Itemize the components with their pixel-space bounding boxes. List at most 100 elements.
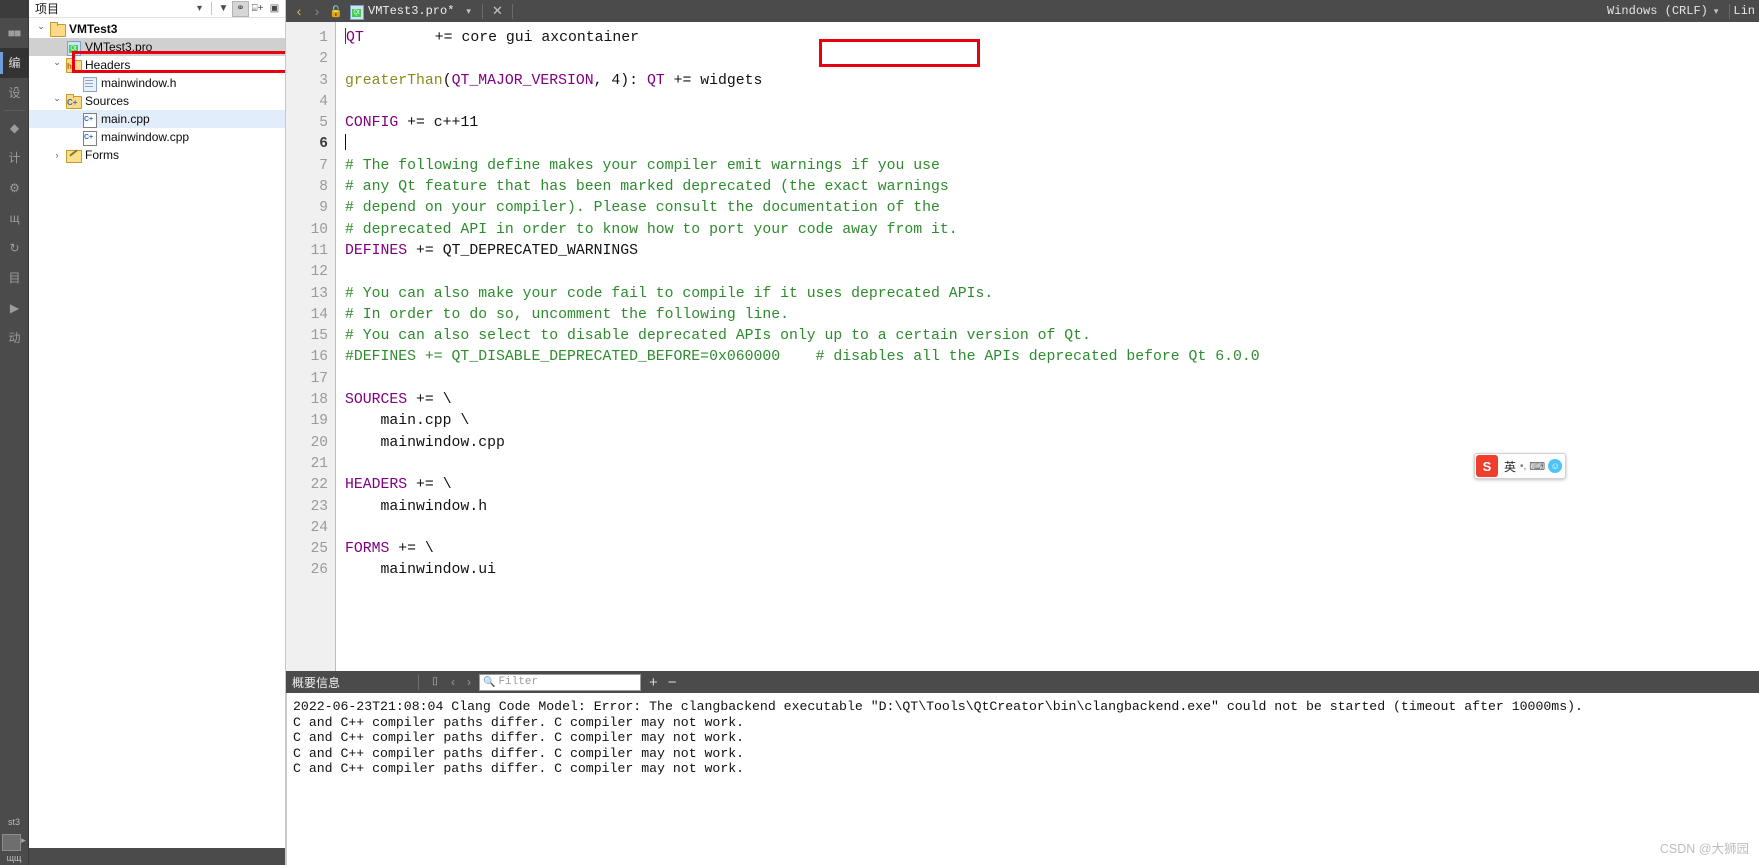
project-tree[interactable]: VMTest3 Qt VMTest3.pro h Headers mainwindow.h… <box>29 18 285 848</box>
code-text[interactable]: QT += core gui axcontainer greaterThan(Q… <box>336 22 1759 671</box>
cpp-icon: C+ <box>81 112 97 128</box>
code-line[interactable]: # You can also select to disable depreca… <box>345 326 1759 347</box>
output-log-line: C and C++ compiler paths differ. C compi… <box>293 761 745 776</box>
tree-item-vmtest3-pro[interactable]: Qt VMTest3.pro <box>29 38 285 56</box>
code-line[interactable]: QT += core gui axcontainer <box>345 28 1759 49</box>
split-add-icon[interactable]: ⌸+ <box>249 1 266 17</box>
welcome-icon: ■■ <box>7 26 21 40</box>
sidebar-header: 项目 ▾ ▼ ⚭ ⌸+ ▣ <box>29 0 285 18</box>
tree-item-mainwindow-cpp[interactable]: C+ mainwindow.cpp <box>29 128 285 146</box>
code-line[interactable]: CONFIG += c++11 <box>345 113 1759 134</box>
mode-item-help[interactable]: ⚙ <box>0 173 29 203</box>
ime-floating-bar[interactable]: S 英 •, ⌨ ☺ <box>1474 453 1566 479</box>
code-line[interactable] <box>345 92 1759 113</box>
code-line[interactable]: # The following define makes your compil… <box>345 156 1759 177</box>
code-line[interactable]: DEFINES += QT_DEPRECATED_WARNINGS <box>345 241 1759 262</box>
mode-item-build[interactable]: 动 <box>0 323 29 353</box>
mode-item-tests[interactable]: ↻ <box>0 233 29 263</box>
code-line[interactable] <box>345 134 1759 155</box>
run-target-box[interactable] <box>2 834 22 851</box>
mode-item-analyze[interactable]: щ <box>0 203 29 233</box>
chevron-down-icon[interactable] <box>33 24 49 35</box>
filter-dropdown-icon[interactable]: ▾ <box>191 1 208 17</box>
sogou-logo-icon[interactable]: S <box>1476 455 1498 477</box>
tree-item-main-cpp[interactable]: C+ main.cpp <box>29 110 285 128</box>
line-ending-selector[interactable]: Windows (CRLF) <box>1607 4 1714 18</box>
tree-item-mainwindow-h[interactable]: mainwindow.h <box>29 74 285 92</box>
code-line[interactable]: #DEFINES += QT_DISABLE_DEPRECATED_BEFORE… <box>345 347 1759 368</box>
chevron-down-icon[interactable] <box>49 96 65 107</box>
mode-item-edit[interactable]: 编 <box>0 48 29 78</box>
line-ending-caret-icon[interactable]: ▾ <box>1714 6 1727 17</box>
lock-icon[interactable]: 🔓 <box>326 5 346 18</box>
line-number: 16 <box>310 349 328 366</box>
filter-funnel-icon[interactable]: ▼ <box>215 1 232 17</box>
line-number: 17 <box>310 370 328 387</box>
mode-item-projects[interactable]: 计 <box>0 143 29 173</box>
navigate-forward-icon[interactable]: › <box>308 3 326 19</box>
close-split-icon[interactable]: ▣ <box>266 1 283 17</box>
tree-item-forms[interactable]: Forms <box>29 146 285 164</box>
line-number: 13 <box>310 285 328 302</box>
code-line[interactable]: # In order to do so, uncomment the follo… <box>345 305 1759 326</box>
zoom-in-button[interactable]: + <box>641 675 663 690</box>
code-line[interactable]: # You can also make your code fail to co… <box>345 284 1759 305</box>
code-line[interactable]: SOURCES += \ <box>345 390 1759 411</box>
smiley-icon[interactable]: ☺ <box>1548 459 1563 473</box>
line-number: 11 <box>310 242 328 259</box>
kit-selector[interactable]: st3 ▸ щщ <box>0 817 29 865</box>
clear-output-icon[interactable]: ⌷ <box>425 676 445 689</box>
code-line[interactable]: mainwindow.cpp <box>345 433 1759 454</box>
code-line[interactable]: # depend on your compiler). Please consu… <box>345 198 1759 219</box>
mode-item-design[interactable]: 设 <box>0 78 29 108</box>
file-dropdown-icon[interactable]: ▾ <box>464 6 479 17</box>
chevron-right-icon[interactable] <box>49 150 65 160</box>
prev-issue-icon[interactable]: ‹ <box>445 675 461 689</box>
tree-item-headers[interactable]: h Headers <box>29 56 285 74</box>
mode-item-debug[interactable]: ◆ <box>0 113 29 143</box>
code-line[interactable]: greaterThan(QT_MAJOR_VERSION, 4): QT += … <box>345 71 1759 92</box>
code-line[interactable]: # any Qt feature that has been marked de… <box>345 177 1759 198</box>
chevron-down-icon[interactable] <box>49 60 65 71</box>
keyboard-icon[interactable]: ⌨ <box>1529 460 1548 473</box>
navigate-back-icon[interactable]: ‹ <box>290 3 308 19</box>
ime-punctuation-icon[interactable]: •, <box>1520 461 1529 472</box>
ime-mode-label[interactable]: 英 <box>1498 458 1520 475</box>
folder-badge: h <box>67 61 72 71</box>
code-line[interactable]: mainwindow.h <box>345 497 1759 518</box>
filter-input[interactable]: 🔍 Filter <box>479 673 641 691</box>
line-number: 15 <box>310 328 328 345</box>
mode-item-run[interactable]: ▶ <box>0 293 29 323</box>
code-token: ( <box>442 72 452 89</box>
debug-icon: ◆ <box>9 121 19 135</box>
line-number: 6 <box>319 136 328 153</box>
code-line[interactable] <box>345 518 1759 539</box>
line-number: 2 <box>319 51 328 68</box>
code-line[interactable] <box>345 369 1759 390</box>
tree-item-sources[interactable]: C+ Sources <box>29 92 285 110</box>
next-issue-icon[interactable]: › <box>461 675 477 689</box>
code-line[interactable]: main.cpp \ <box>345 411 1759 432</box>
mode-selector-bar: ■■ 编 设 ◆ 计 ⚙ щ ↻ 目 ▶ 动 st3 ▸ щщ <box>0 0 29 865</box>
mode-item-project-label[interactable]: 目 <box>0 263 29 293</box>
line-number: 12 <box>310 264 328 281</box>
tree-item-vmtest3[interactable]: VMTest3 <box>29 20 285 38</box>
run-icon: ▶ <box>9 301 19 315</box>
sidebar-bottom-strip <box>29 848 285 865</box>
tree-item-label: mainwindow.h <box>101 76 177 90</box>
folder-badge: C+ <box>67 97 78 107</box>
code-line[interactable] <box>345 49 1759 70</box>
encoding-selector[interactable]: Lin <box>1733 4 1759 18</box>
output-log[interactable]: 2022-06-23T21:08:04 Clang Code Model: Er… <box>286 693 1759 865</box>
link-with-editor-icon[interactable]: ⚭ <box>232 0 249 17</box>
code-line[interactable]: FORMS += \ <box>345 539 1759 560</box>
mode-item-welcome[interactable]: ■■ <box>0 18 29 48</box>
zoom-out-button[interactable]: − <box>663 675 682 690</box>
code-line[interactable] <box>345 262 1759 283</box>
code-line[interactable]: # deprecated API in order to know how to… <box>345 220 1759 241</box>
close-file-icon[interactable]: ✕ <box>486 3 509 19</box>
code-editor-area[interactable]: 1 2 3 4 5 6 7 8 9 10 11 12 13 14 15 16 17 18 19 20 21 22 23 24 2… <box>286 22 1759 671</box>
tree-item-label: Headers <box>85 58 131 72</box>
code-line[interactable]: mainwindow.ui <box>345 560 1759 581</box>
tree-item-label: Forms <box>85 148 119 162</box>
